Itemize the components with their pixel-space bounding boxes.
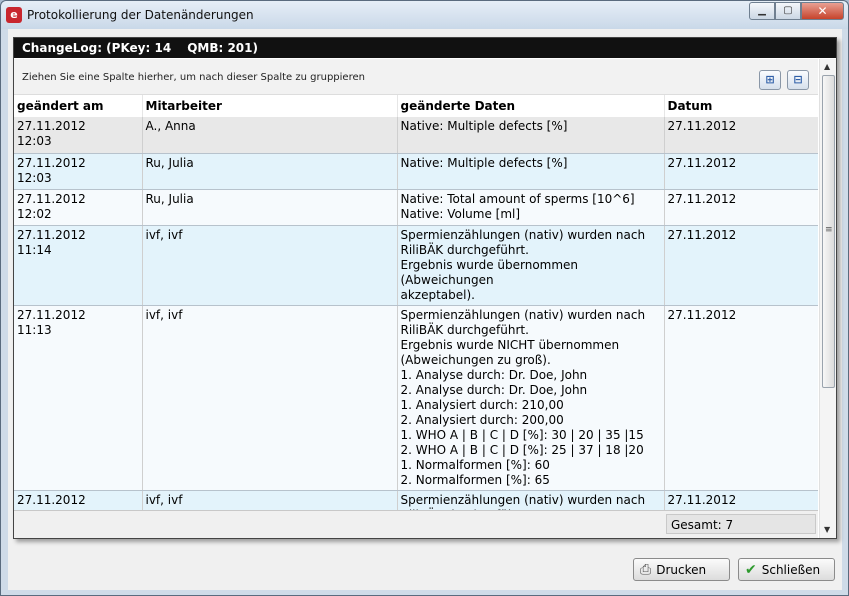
table-row[interactable]: 27.11.2012 12:03 Ru, Julia Native: Multipl…	[14, 153, 818, 190]
table-row[interactable]: 27.11.2012 11:13 ivf, ivf Spermienzählunge…	[14, 305, 818, 491]
app-logo-icon: e	[6, 7, 22, 23]
table-row[interactable]: 27.11.2012 11:04ivf, ivfSpermienzählunge…	[14, 490, 818, 510]
grid-footer: Gesamt: 7	[14, 510, 818, 538]
cell-changed-data: Spermienzählungen (nativ) wurden nach Ri…	[397, 490, 665, 510]
table-row[interactable]: 27.11.2012 12:02 Ru, Julia Native: Total a…	[14, 189, 818, 226]
minimize-button[interactable]: ▁	[749, 2, 775, 20]
panel-header-qmb: QMB: 201)	[187, 41, 258, 55]
cell-date: 27.11.2012	[664, 189, 818, 226]
cell-changed-data: Native: Total amount of sperms [10^6] Na…	[397, 189, 665, 226]
cell-employee: Ru, Julia	[142, 189, 398, 226]
cell-changed-at: 27.11.2012 12:03	[14, 117, 143, 154]
cell-employee: ivf, ivf	[142, 225, 398, 306]
scrollbar-grip-icon: ≡	[825, 225, 833, 235]
column-header-employee[interactable]: Mitarbeiter	[142, 95, 398, 117]
group-by-area[interactable]: Ziehen Sie eine Spalte hierher, um nach …	[14, 59, 818, 95]
cell-changed-at: 27.11.2012 12:02	[14, 189, 143, 226]
cell-changed-data: Spermienzählungen (nativ) wurden nach Ri…	[397, 305, 665, 491]
checkmark-icon: ✔	[745, 561, 757, 578]
table-row[interactable]: 27.11.2012 12:03 A., Anna Native: Multiple…	[14, 117, 818, 154]
changelog-panel: ChangeLog: (PKey: 14 QMB: 201) Ziehen Sie…	[13, 37, 837, 539]
cell-date: 27.11.2012	[664, 153, 818, 190]
cell-changed-data: Spermienzählungen (nativ) wurden nach Ri…	[397, 225, 665, 306]
column-header-changed-data[interactable]: geänderte Daten	[397, 95, 665, 117]
expand-all-button[interactable]: ⊞	[759, 70, 781, 90]
close-window-button[interactable]: ✕	[801, 2, 844, 20]
cell-date: 27.11.2012	[664, 305, 818, 491]
cell-date: 27.11.2012	[664, 117, 818, 154]
table-row[interactable]: 27.11.2012 11:14 ivf, ivf Spermienzählunge…	[14, 225, 818, 306]
changelog-table: geändert am Mitarbeiter geänderte Daten …	[14, 95, 818, 510]
cell-changed-at: 27.11.2012 11:04	[14, 490, 143, 510]
changelog-window: e Protokollierung der Datenänderungen ▁ …	[0, 0, 849, 596]
column-header-date[interactable]: Datum	[664, 95, 818, 117]
close-button[interactable]: ✔ Schließen	[738, 558, 835, 581]
window-title: Protokollierung der Datenänderungen	[27, 8, 254, 22]
close-button-label: Schließen	[761, 562, 821, 577]
panel-header-pkey: ChangeLog: (PKey: 14	[22, 41, 172, 55]
collapse-all-button[interactable]: ⊟	[787, 70, 809, 90]
panel-header: ChangeLog: (PKey: 14 QMB: 201)	[14, 38, 836, 58]
column-header-changed-at[interactable]: geändert am	[14, 95, 143, 117]
scroll-down-arrow-icon[interactable]: ▼	[824, 525, 830, 534]
cell-changed-at: 27.11.2012 11:13	[14, 305, 143, 491]
total-count: Gesamt: 7	[666, 514, 816, 534]
cell-changed-data: Native: Multiple defects [%]	[397, 117, 665, 154]
cell-changed-at: 27.11.2012 11:14	[14, 225, 143, 306]
cell-employee: Ru, Julia	[142, 153, 398, 190]
cell-employee: A., Anna	[142, 117, 398, 154]
group-hint: Ziehen Sie eine Spalte hierher, um nach …	[22, 72, 365, 83]
cell-date: 27.11.2012	[664, 225, 818, 306]
title-bar[interactable]: e Protokollierung der Datenänderungen ▁ …	[1, 1, 848, 29]
cell-employee: ivf, ivf	[142, 305, 398, 491]
cell-employee: ivf, ivf	[142, 490, 398, 510]
table-body: 27.11.2012 12:03 A., Anna Native: Multiple…	[14, 117, 818, 510]
print-button-label: Drucken	[656, 562, 707, 577]
cell-date: 27.11.2012	[664, 490, 818, 510]
cell-changed-data: Native: Multiple defects [%]	[397, 153, 665, 190]
changelog-grid: geändert am Mitarbeiter geänderte Daten …	[14, 95, 818, 510]
maximize-button[interactable]: ▢	[775, 2, 801, 20]
print-button[interactable]: ⎙ Drucken	[633, 558, 730, 581]
scrollbar-thumb[interactable]: ≡	[822, 75, 835, 388]
window-client-area: ChangeLog: (PKey: 14 QMB: 201) Ziehen Sie…	[8, 29, 842, 590]
cell-changed-at: 27.11.2012 12:03	[14, 153, 143, 190]
scroll-up-arrow-icon[interactable]: ▲	[824, 62, 830, 71]
printer-icon: ⎙	[640, 561, 652, 578]
table-header-row: geändert am Mitarbeiter geänderte Daten …	[14, 95, 818, 117]
vertical-scrollbar[interactable]: ▲ ≡ ▼	[819, 59, 836, 538]
window-controls: ▁ ▢ ✕	[749, 2, 844, 20]
